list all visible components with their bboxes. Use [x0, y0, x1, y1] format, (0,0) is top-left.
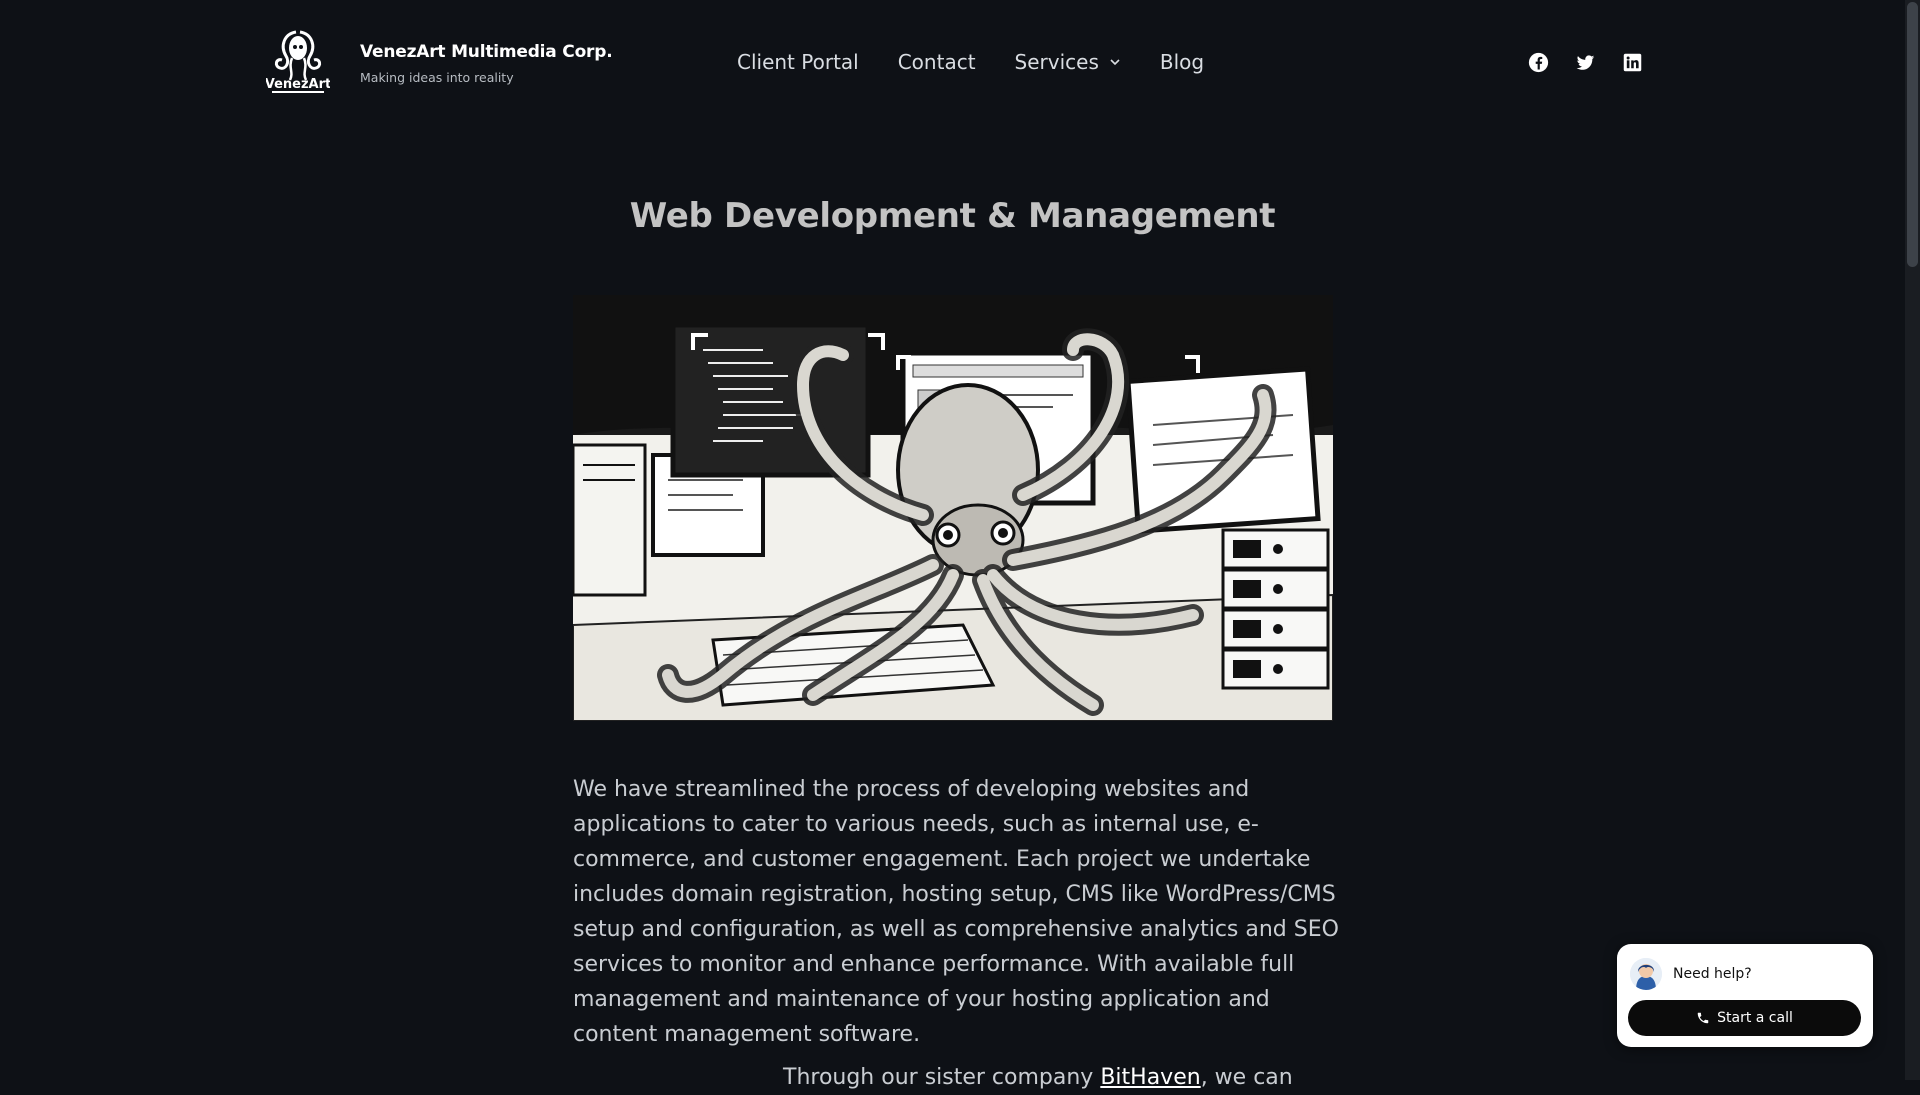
svg-text:VenezArt: VenezArt	[266, 77, 330, 92]
nav-blog[interactable]: Blog	[1160, 50, 1204, 74]
facebook-icon[interactable]	[1527, 51, 1549, 73]
phone-icon	[1697, 1012, 1709, 1024]
hero-image	[573, 295, 1333, 721]
scrollbar-thumb[interactable]	[1907, 2, 1918, 267]
main-nav: Client Portal Contact Services Blog	[737, 50, 1204, 74]
nav-client-portal-label: Client Portal	[737, 50, 859, 74]
twitter-icon[interactable]	[1574, 51, 1596, 73]
nav-services[interactable]: Services	[1015, 50, 1121, 74]
nav-blog-label: Blog	[1159, 50, 1205, 74]
chat-widget: Need help? Start a call	[1617, 944, 1873, 1047]
nav-client-portal[interactable]: Client Portal	[737, 50, 859, 74]
nav-contact[interactable]: Contact	[898, 50, 976, 74]
sister-company-paragraph: Through our sister company BitHaven, we …	[783, 1060, 1293, 1095]
site-header: VenezArt VenezArt Multimedia Corp. Makin…	[0, 0, 1905, 130]
nav-services-label: Services	[1014, 50, 1099, 74]
paragraph2-before: Through our sister company	[783, 1065, 1101, 1090]
social-links	[1527, 51, 1643, 73]
brand-name[interactable]: VenezArt Multimedia Corp.	[360, 42, 613, 62]
chat-prompt: Need help?	[1673, 966, 1752, 982]
start-call-label: Start a call	[1717, 1010, 1793, 1026]
agent-avatar	[1630, 958, 1662, 990]
page-title: Web Development & Management	[629, 196, 1276, 236]
brand-tagline: Making ideas into reality	[360, 70, 514, 85]
site-logo[interactable]: VenezArt	[265, 26, 331, 96]
bithaven-link[interactable]: BitHaven	[1100, 1065, 1200, 1090]
nav-contact-label: Contact	[897, 50, 976, 74]
chevron-down-icon	[1110, 59, 1120, 66]
intro-paragraph: We have streamlined the process of devel…	[573, 777, 1339, 1047]
linkedin-icon[interactable]	[1621, 51, 1643, 73]
page-scrollbar[interactable]	[1905, 0, 1920, 1080]
brand-block: VenezArt Multimedia Corp. Making ideas i…	[360, 42, 613, 85]
start-call-button[interactable]: Start a call	[1628, 1000, 1861, 1036]
paragraph2-after: , we can	[1200, 1065, 1293, 1090]
octopus-illustration	[573, 295, 1333, 721]
